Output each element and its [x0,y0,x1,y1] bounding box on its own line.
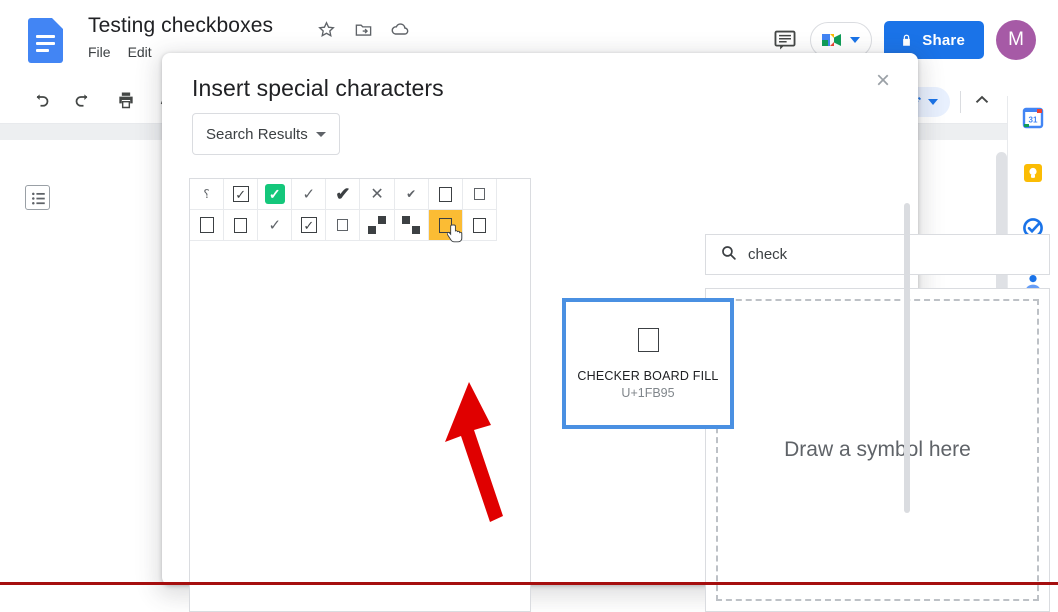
chevron-down-icon [927,99,938,105]
logo-fold [52,18,63,29]
logo-line [36,49,49,52]
menu-item-file[interactable]: File [88,44,111,60]
character-cell-white-square-last[interactable] [462,210,497,241]
logo-line [36,35,55,38]
character-cell-checker-board-fill-selected[interactable] [428,210,463,243]
character-cell-ballot-box-empty[interactable] [224,210,259,241]
character-preview-card: CHECKER BOARD FILL U+1FB95 [562,298,734,429]
comment-history-icon[interactable] [772,27,798,53]
preview-codepoint: U+1FB95 [621,385,675,400]
share-button-label: Share [922,31,965,49]
logo-line [36,42,55,45]
checker-board-fill-glyph [637,327,659,352]
character-cell-white-vertical-rectangle[interactable] [326,210,361,241]
glyph: ⸮ [203,187,210,201]
glyph [337,219,349,231]
character-cell-check-mark-with-slash[interactable]: ✔ [394,179,429,210]
move-to-folder-icon[interactable] [352,18,374,40]
draw-symbol-panel[interactable]: Draw a symbol here [705,288,1050,612]
title-icon-group [315,18,411,40]
docs-menu-bar: File Edit [88,44,152,60]
mouse-cursor-icon [446,224,462,243]
character-cell-ballot-x[interactable]: ✕ [360,179,395,210]
character-cell-checker-board-fill-b[interactable] [394,210,429,241]
character-cell-heavy-check-mark[interactable]: ✔ [326,179,361,210]
character-cell-check-mark-small[interactable]: ⸮ [190,179,225,210]
glyph [199,217,214,233]
glyph: ✓ [264,184,285,204]
draw-canvas[interactable]: Draw a symbol here [716,299,1039,601]
chevron-down-icon [315,131,326,137]
category-select[interactable]: Search Results [192,113,340,155]
character-cell-white-square-small[interactable] [462,179,497,210]
svg-text:31: 31 [1029,116,1038,125]
glyph: ✓ [232,186,249,202]
glyph: ✓ [300,217,317,233]
character-grid-panel: ⸮ ✓ ✓ ✓ ✔ ✕ ✔ ✓ ✓ [189,178,531,612]
search-icon [720,244,737,265]
google-keep-icon[interactable] [1019,159,1047,187]
glyph: ✓ [302,186,316,203]
character-cell-check-mark-light[interactable]: ✓ [292,179,327,210]
document-outline-icon[interactable] [25,185,50,210]
character-cell-check-mark-thin[interactable]: ✓ [258,210,293,241]
menu-item-edit[interactable]: Edit [128,44,152,60]
character-cell-ballot-box-with-check[interactable]: ✓ [224,179,259,210]
draw-hint-label: Draw a symbol here [784,438,971,461]
close-icon[interactable]: × [869,68,897,96]
search-input-value[interactable]: check [748,246,787,263]
preview-character-name: CHECKER BOARD FILL [577,368,719,383]
glyph: ✔ [335,183,351,204]
glyph [234,217,248,233]
google-calendar-icon[interactable]: 31 [1019,104,1047,132]
character-search-box[interactable]: check [705,234,1050,275]
glyph: ✓ [268,217,282,234]
star-icon[interactable] [315,18,337,40]
glyph: ✔ [406,187,417,201]
redo-icon[interactable] [73,90,94,116]
glyph [368,216,387,234]
toolbar-left-group [30,90,179,116]
dialog-title: Insert special characters [192,75,444,101]
dialog-scrollbar[interactable] [904,203,910,513]
lock-icon [903,34,911,46]
glyph [472,217,486,233]
avatar[interactable]: M [996,20,1036,60]
character-cell-checker-board-fill-a[interactable] [360,210,395,241]
collapse-toolbar-icon[interactable] [971,89,993,116]
glyph [473,188,485,200]
category-select-label: Search Results [206,125,308,143]
character-cell-ballot-box-with-check-2[interactable]: ✓ [292,210,327,241]
grid-empty-area [190,241,530,517]
glyph [402,216,421,234]
insert-special-characters-dialog: Insert special characters × Search Resul… [162,53,1050,612]
cloud-saved-icon[interactable] [389,18,411,40]
document-title[interactable]: Testing checkboxes [88,14,273,38]
chevron-down-icon [850,37,861,43]
character-cell-white-square[interactable] [190,210,225,241]
character-grid: ⸮ ✓ ✓ ✓ ✔ ✕ ✔ ✓ ✓ [190,179,530,243]
undo-icon[interactable] [30,90,51,116]
google-meet-icon [820,31,844,49]
character-cell-ballot-box[interactable] [428,179,463,210]
character-cell-check-box-with-check-emoji[interactable]: ✓ [258,179,293,210]
toolbar-divider [960,91,961,113]
glyph: ✕ [370,186,384,203]
glyph [438,186,452,202]
google-docs-logo[interactable] [28,18,63,63]
print-icon[interactable] [116,90,136,116]
